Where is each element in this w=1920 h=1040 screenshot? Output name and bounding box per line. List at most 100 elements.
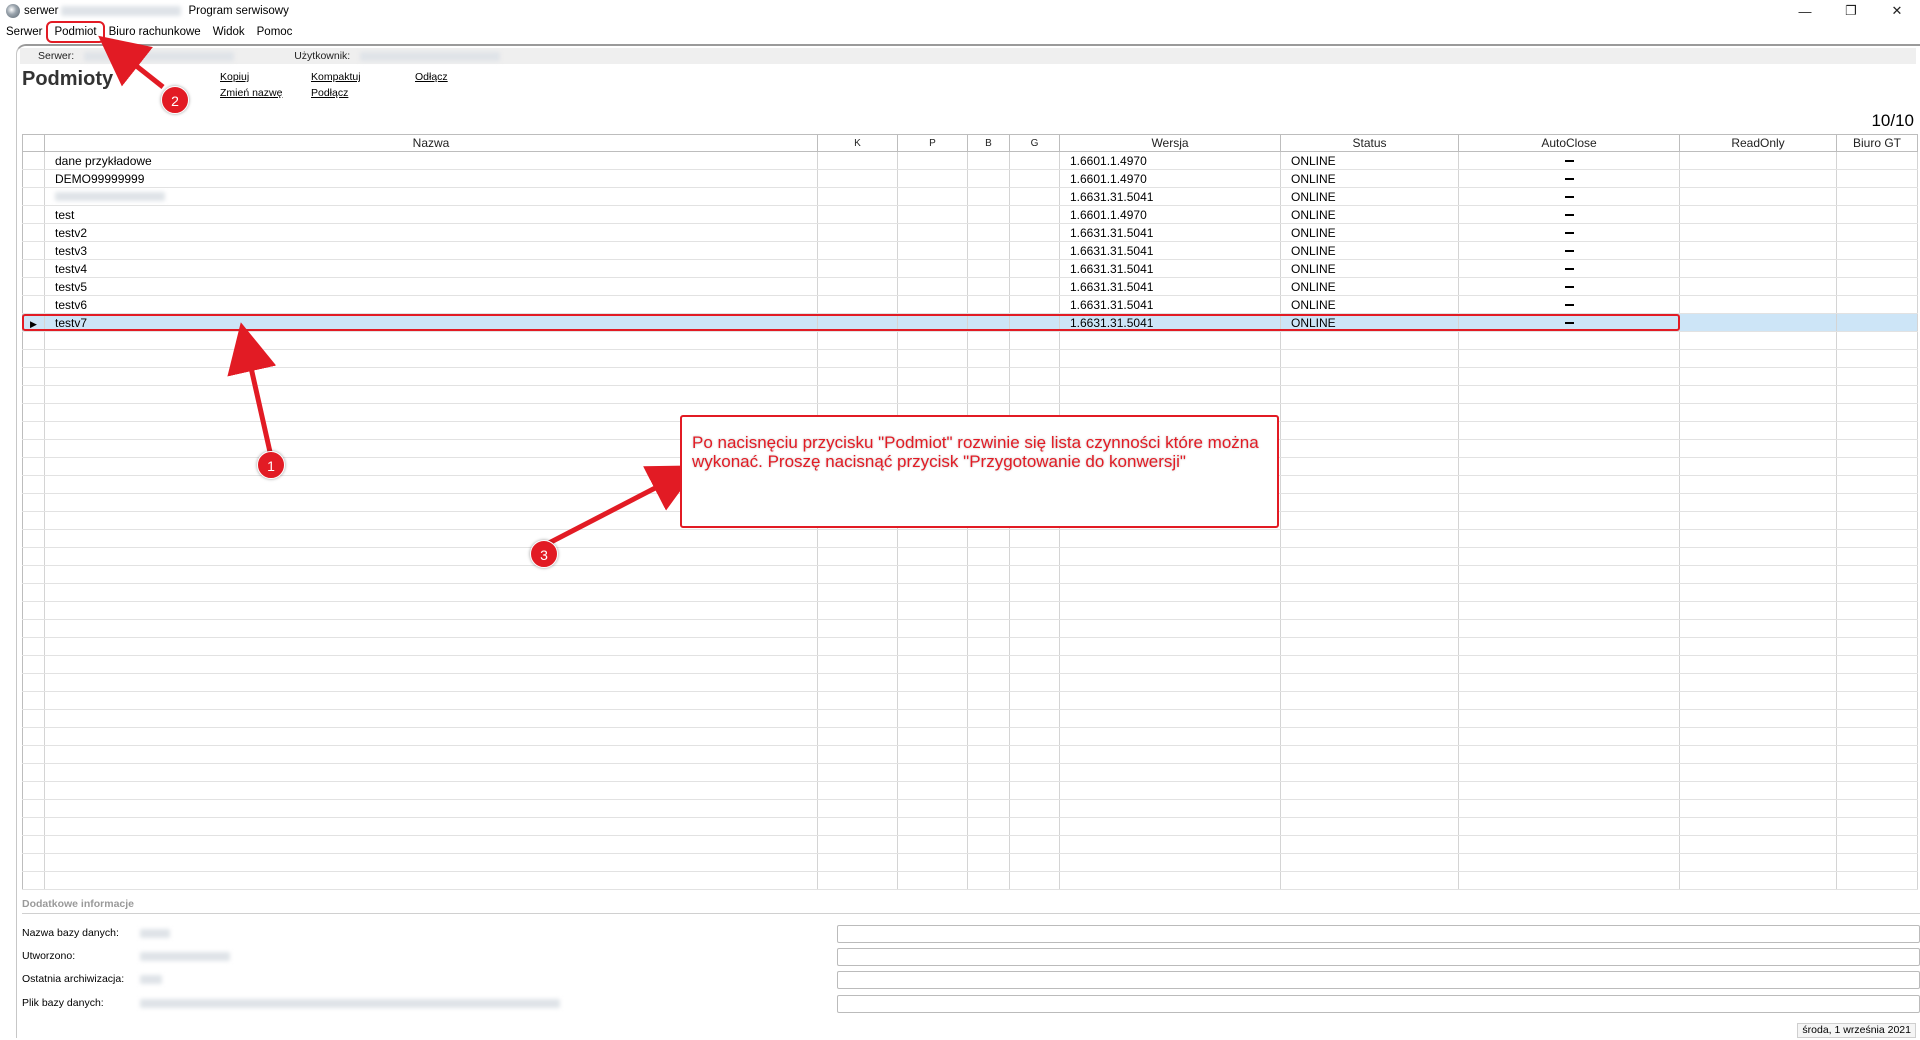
cell-empty — [1458, 565, 1680, 584]
row-header-cell — [22, 781, 45, 800]
table-row[interactable]: 1.6631.31.5041 ONLINE — [22, 187, 1918, 206]
menu-podmiot[interactable]: Podmiot — [46, 21, 105, 43]
cell-empty — [897, 187, 968, 206]
cell-empty — [1458, 457, 1680, 476]
cell-empty — [1836, 871, 1918, 890]
cell-empty — [817, 781, 898, 800]
cell-empty — [897, 781, 968, 800]
table-row[interactable]: test 1.6601.1.4970 ONLINE — [22, 205, 1918, 224]
col-header-b[interactable]: B — [967, 134, 1010, 152]
compact-link[interactable]: Kompaktuj — [311, 71, 361, 83]
attach-link[interactable]: Podłącz — [311, 87, 348, 99]
cell-empty — [967, 187, 1010, 206]
cell-empty — [1009, 313, 1060, 332]
cell-empty — [967, 241, 1010, 260]
field-created-box[interactable] — [837, 948, 1920, 966]
cell-empty — [897, 223, 968, 242]
cell-empty — [1059, 745, 1281, 764]
cell-empty — [817, 241, 898, 260]
cell-empty — [1009, 709, 1060, 728]
cell-empty — [1458, 799, 1680, 818]
cell-empty — [1458, 421, 1680, 440]
col-header-k[interactable]: K — [817, 134, 898, 152]
cell-empty — [897, 817, 968, 836]
menu-pomoc[interactable]: Pomoc — [251, 23, 299, 41]
cell-empty — [1280, 745, 1459, 764]
cell-empty — [1836, 277, 1918, 296]
table-row[interactable]: testv5 1.6631.31.5041 ONLINE — [22, 277, 1918, 296]
col-header-nazwa[interactable]: Nazwa — [44, 134, 818, 152]
menu-serwer[interactable]: Serwer — [0, 23, 48, 41]
rename-link[interactable]: Zmień nazwę — [220, 87, 282, 99]
table-row[interactable]: testv6 1.6631.31.5041 ONLINE — [22, 295, 1918, 314]
col-header-wersja[interactable]: Wersja — [1059, 134, 1281, 152]
cell-empty — [1836, 619, 1918, 638]
detach-link[interactable]: Odłącz — [415, 71, 448, 83]
cell-empty — [1458, 619, 1680, 638]
cell-empty — [1679, 421, 1837, 440]
minimize-button[interactable]: — — [1782, 0, 1828, 22]
row-header-cell — [22, 619, 45, 638]
additional-info-separator — [22, 913, 1920, 914]
cell-empty — [1280, 439, 1459, 458]
row-header-cell — [22, 457, 45, 476]
cell-empty — [1458, 547, 1680, 566]
row-header-cell — [22, 169, 45, 188]
col-header-g[interactable]: G — [1009, 134, 1060, 152]
cell-empty — [1679, 709, 1837, 728]
cell-empty — [1836, 673, 1918, 692]
table-row[interactable]: testv2 1.6631.31.5041 ONLINE — [22, 223, 1918, 242]
cell-empty — [1836, 385, 1918, 404]
empty-row — [22, 331, 1918, 350]
col-header-biuro-gt[interactable]: Biuro GT — [1836, 134, 1918, 152]
table-row[interactable]: DEMO99999999 1.6601.1.4970 ONLINE — [22, 169, 1918, 188]
record-count: 10/10 — [1871, 111, 1914, 130]
col-header-readonly[interactable]: ReadOnly — [1679, 134, 1837, 152]
cell-empty — [1059, 385, 1281, 404]
empty-row — [22, 583, 1918, 602]
cell-empty — [967, 655, 1010, 674]
table-row[interactable]: testv4 1.6631.31.5041 ONLINE — [22, 259, 1918, 278]
autoclose-dash-icon — [1564, 268, 1574, 271]
cell-empty — [1009, 277, 1060, 296]
cell-empty — [1059, 619, 1281, 638]
field-db-file-box[interactable] — [837, 995, 1920, 1013]
menu-biuro-rachunkowe[interactable]: Biuro rachunkowe — [103, 23, 207, 41]
empty-row — [22, 799, 1918, 818]
table-row[interactable]: testv3 1.6631.31.5041 ONLINE — [22, 241, 1918, 260]
cell-empty — [967, 223, 1010, 242]
cell-version: 1.6631.31.5041 — [1059, 223, 1281, 242]
cell-autoclose — [1458, 187, 1680, 206]
cell-empty — [897, 691, 968, 710]
cell-empty — [1836, 511, 1918, 530]
col-header-autoclose[interactable]: AutoClose — [1458, 134, 1680, 152]
restore-button[interactable]: ❐ — [1828, 0, 1874, 22]
cell-empty — [897, 853, 968, 872]
empty-row — [22, 601, 1918, 620]
table-row[interactable]: dane przykładowe 1.6601.1.4970 ONLINE — [22, 151, 1918, 170]
redacted-db-name — [140, 928, 170, 938]
cell-name: test — [44, 205, 818, 224]
table-row[interactable]: ▶ testv7 1.6631.31.5041 ONLINE — [22, 313, 1918, 332]
row-header-cell — [22, 277, 45, 296]
col-header-status[interactable]: Status — [1280, 134, 1459, 152]
title-prefix: serwer — [24, 5, 59, 17]
empty-row — [22, 817, 1918, 836]
cell-empty — [1059, 763, 1281, 782]
cell-empty — [1059, 367, 1281, 386]
cell-empty — [1009, 583, 1060, 602]
field-db-name-box[interactable] — [837, 925, 1920, 943]
cell-empty — [967, 313, 1010, 332]
menu-widok[interactable]: Widok — [207, 23, 251, 41]
cell-empty — [967, 817, 1010, 836]
cell-autoclose — [1458, 223, 1680, 242]
cell-empty — [897, 637, 968, 656]
field-last-archive-box[interactable] — [837, 971, 1920, 989]
row-header-cell — [22, 403, 45, 422]
cell-empty — [1836, 709, 1918, 728]
row-header-cell — [22, 295, 45, 314]
close-button[interactable]: ✕ — [1874, 0, 1920, 22]
col-header-p[interactable]: P — [897, 134, 968, 152]
copy-link[interactable]: Kopiuj — [220, 71, 249, 83]
field-created-label: Utworzono: — [22, 950, 76, 962]
